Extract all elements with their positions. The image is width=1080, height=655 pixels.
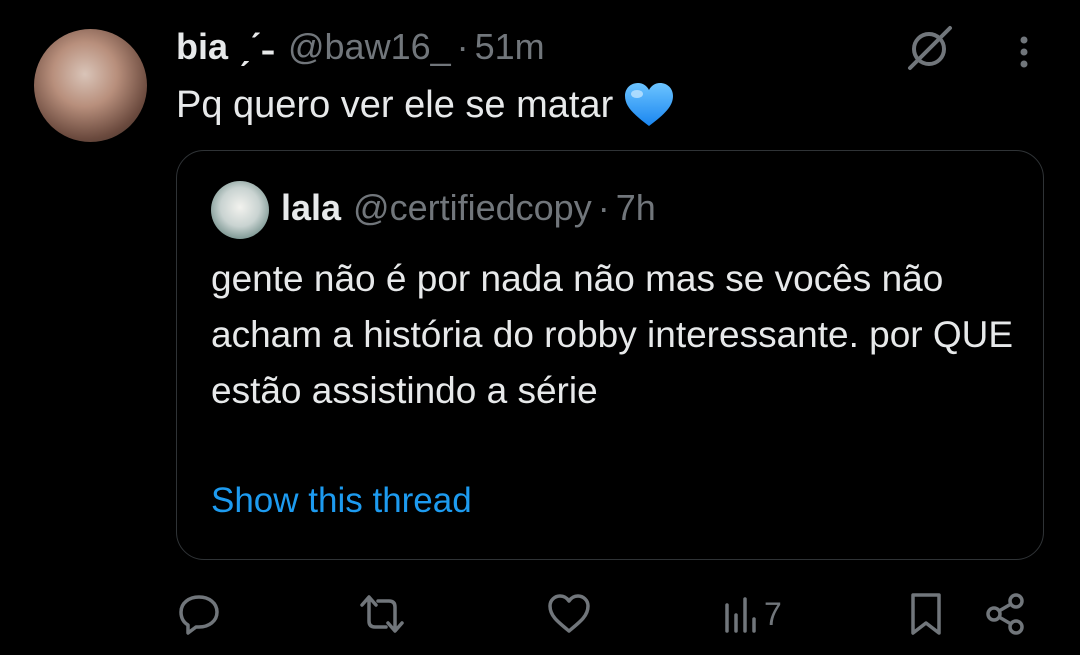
tweet-header: bia ˏˊ˗ @baw16_ · 51m <box>176 26 545 72</box>
separator-dot: · <box>597 187 610 228</box>
tweet-time[interactable]: 51m <box>475 26 545 68</box>
like-icon <box>548 594 590 633</box>
quoted-header: lala @certifiedcopy · 7h <box>281 187 656 229</box>
show-thread-link[interactable]: Show this thread <box>211 481 472 521</box>
quoted-author-handle: @certifiedcopy <box>353 187 592 228</box>
action-bar: 7 <box>176 586 1036 642</box>
views-icon <box>725 597 756 633</box>
views-button[interactable]: 7 <box>722 586 782 642</box>
bookmark-icon <box>911 593 941 635</box>
bookmark-button[interactable] <box>906 586 946 642</box>
author-avatar[interactable] <box>34 29 147 142</box>
separator-dot: · <box>456 26 469 67</box>
more-icon[interactable] <box>1010 34 1038 70</box>
reply-icon <box>179 595 219 635</box>
share-icon <box>986 593 1024 635</box>
views-count: 7 <box>764 595 782 632</box>
retweet-icon <box>360 595 404 633</box>
quoted-text: gente não é por nada não mas se vocês nã… <box>211 258 1014 411</box>
tweet-body: Pq quero ver ele se matar <box>176 84 614 126</box>
like-button[interactable] <box>546 586 592 642</box>
reply-button[interactable] <box>176 586 222 642</box>
blue-heart-emoji <box>625 83 674 126</box>
quoted-tweet-card[interactable]: lala @certifiedcopy · 7h gente não é por… <box>176 150 1044 560</box>
tweet-text: Pq quero ver ele se matar <box>176 80 675 130</box>
author-handle[interactable]: @baw16_ <box>288 26 451 68</box>
share-button[interactable] <box>982 586 1028 642</box>
quoted-author-avatar <box>211 181 269 239</box>
grok-icon[interactable] <box>904 24 954 74</box>
quoted-author-name: lala <box>281 187 342 228</box>
quoted-time: 7h <box>615 187 656 228</box>
retweet-button[interactable] <box>356 586 408 642</box>
author-name[interactable]: bia ˏˊ˗ <box>176 26 274 68</box>
